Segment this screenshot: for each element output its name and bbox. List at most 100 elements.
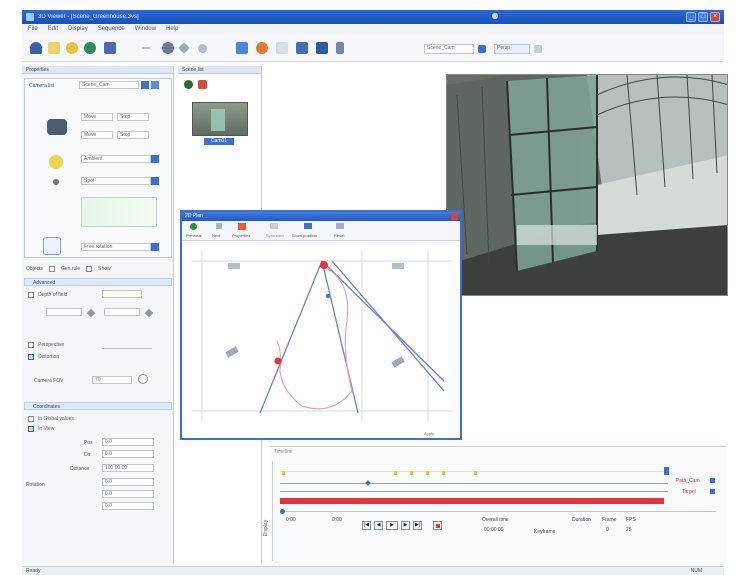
object-icon-4[interactable] bbox=[392, 263, 404, 269]
distortion-slider[interactable] bbox=[102, 348, 152, 349]
scene-thumbnail[interactable] bbox=[192, 102, 248, 136]
add-scene-icon[interactable] bbox=[184, 80, 193, 89]
type-select[interactable]: Spot bbox=[81, 177, 151, 185]
reset-label[interactable]: Reset bbox=[334, 233, 344, 238]
pick-icon-2[interactable] bbox=[144, 308, 154, 318]
type-dropdown-icon[interactable] bbox=[151, 177, 159, 185]
reset-icon[interactable] bbox=[336, 223, 344, 229]
zoom-icon[interactable] bbox=[198, 44, 207, 53]
menu-display[interactable]: Display bbox=[68, 26, 88, 32]
plan-canvas[interactable] bbox=[182, 241, 460, 429]
dof-far-field[interactable] bbox=[104, 308, 140, 316]
scrubber-line[interactable] bbox=[280, 511, 716, 512]
end-marker[interactable] bbox=[664, 467, 669, 475]
tool-dropdown-icon[interactable] bbox=[151, 243, 159, 251]
track1-line[interactable] bbox=[280, 483, 668, 484]
distance-field[interactable]: 100.00.00 bbox=[102, 464, 154, 472]
pick-icon-1[interactable] bbox=[86, 308, 96, 318]
object-icon-2[interactable] bbox=[391, 356, 405, 368]
export-icon[interactable] bbox=[316, 42, 328, 54]
maximize-button[interactable]: □ bbox=[698, 12, 708, 22]
properties-label[interactable]: Properties bbox=[232, 233, 250, 238]
scrubber-handle[interactable] bbox=[280, 509, 285, 514]
first-frame-button[interactable]: |◀ bbox=[362, 521, 371, 530]
3d-viewport[interactable] bbox=[446, 74, 728, 296]
tool-icon[interactable] bbox=[336, 42, 344, 54]
track1-toggle[interactable] bbox=[710, 478, 715, 483]
rotation-y-field[interactable]: 0.0 bbox=[102, 490, 154, 498]
stop-field-2[interactable]: Stop bbox=[117, 131, 149, 139]
sync-cam-label[interactable]: Sync cam bbox=[266, 233, 284, 238]
sun-icon[interactable] bbox=[66, 42, 78, 54]
advanced-section-header[interactable]: Advanced bbox=[24, 278, 172, 286]
color-preview[interactable] bbox=[81, 197, 157, 227]
menu-edit[interactable]: Edit bbox=[48, 26, 58, 32]
next-icon[interactable] bbox=[216, 223, 222, 229]
view-select[interactable]: Persp bbox=[494, 44, 530, 54]
pos-field[interactable]: 0.0 bbox=[102, 438, 154, 446]
move-icon[interactable] bbox=[178, 42, 190, 54]
next-frame-button[interactable]: ▶ bbox=[401, 521, 410, 530]
rotate-icon[interactable] bbox=[162, 42, 174, 54]
view-dropdown-icon[interactable] bbox=[534, 45, 542, 53]
camera-dropdown-icon[interactable] bbox=[141, 81, 149, 89]
reset-fov-icon[interactable] bbox=[138, 374, 148, 384]
move-field-1[interactable]: Move bbox=[81, 113, 113, 121]
path-node[interactable] bbox=[326, 294, 330, 298]
camera-add-icon[interactable] bbox=[151, 81, 159, 89]
dir-field[interactable]: 0.0 bbox=[102, 450, 154, 458]
last-frame-button[interactable]: ▶| bbox=[413, 521, 422, 530]
globe-icon[interactable] bbox=[84, 42, 96, 54]
camera-select[interactable]: Scene_Cam bbox=[79, 81, 139, 89]
tool-select[interactable]: Free rotation bbox=[81, 243, 151, 251]
perspective-checkbox[interactable] bbox=[28, 342, 34, 348]
show-position-icon[interactable] bbox=[304, 223, 312, 229]
layer-dropdown-icon[interactable] bbox=[478, 45, 486, 53]
rotation-z-field[interactable]: 0.0 bbox=[102, 502, 154, 510]
previous-label[interactable]: Previous bbox=[186, 233, 202, 238]
menu-window[interactable]: Window bbox=[135, 26, 156, 32]
track2-line[interactable] bbox=[280, 491, 668, 492]
render-icon[interactable] bbox=[256, 42, 268, 54]
plan-footer[interactable]: Apply bbox=[424, 431, 434, 436]
stop-field-1[interactable]: Stop bbox=[117, 113, 149, 121]
properties-icon[interactable] bbox=[238, 223, 246, 230]
light-icon[interactable] bbox=[48, 42, 60, 54]
dof-near-field[interactable] bbox=[46, 308, 82, 316]
layer-select[interactable]: Scene_Cam bbox=[424, 44, 474, 54]
light-select[interactable]: Ambient bbox=[81, 155, 151, 163]
menu-help[interactable]: Help bbox=[166, 26, 178, 32]
close-button[interactable]: × bbox=[710, 12, 720, 22]
play-button[interactable]: ▶ bbox=[386, 521, 398, 530]
target-marker[interactable] bbox=[274, 357, 282, 365]
free-rotation-icon[interactable] bbox=[43, 237, 61, 255]
record-button[interactable] bbox=[433, 521, 442, 530]
distortion-checkbox[interactable] bbox=[28, 354, 34, 360]
minimize-button[interactable]: _ bbox=[686, 12, 696, 22]
camera-icon[interactable] bbox=[30, 42, 42, 54]
window-icon[interactable] bbox=[236, 42, 248, 54]
camera-fov-field[interactable]: 70 bbox=[92, 376, 132, 384]
show-checkbox[interactable] bbox=[86, 266, 93, 272]
global-values-checkbox[interactable] bbox=[28, 416, 34, 422]
previous-icon[interactable] bbox=[190, 223, 197, 230]
plan-window-titlebar[interactable]: 2D Plan bbox=[182, 212, 460, 221]
coordinates-section-header[interactable]: Coordinates bbox=[24, 402, 172, 410]
menu-file[interactable]: File bbox=[28, 26, 38, 32]
cube-icon[interactable] bbox=[104, 42, 116, 54]
track2-toggle[interactable] bbox=[710, 489, 715, 494]
light-dropdown-icon[interactable] bbox=[151, 155, 159, 163]
folder-icon[interactable] bbox=[276, 42, 288, 54]
plan-close-button[interactable] bbox=[451, 213, 458, 220]
track1-keyframe[interactable] bbox=[365, 480, 371, 486]
dof-value-field[interactable] bbox=[102, 290, 142, 298]
in-view-checkbox[interactable] bbox=[28, 426, 34, 432]
timeline-range-bar[interactable] bbox=[280, 498, 664, 504]
move-field-2[interactable]: Move bbox=[81, 131, 113, 139]
object-icon-1[interactable] bbox=[225, 346, 239, 358]
delete-scene-icon[interactable] bbox=[198, 80, 207, 89]
prev-frame-button[interactable]: ◀ bbox=[374, 521, 383, 530]
depth-of-field-checkbox[interactable] bbox=[28, 292, 34, 298]
camera-position-marker[interactable] bbox=[320, 261, 328, 269]
gen-rule-checkbox[interactable] bbox=[48, 266, 55, 272]
